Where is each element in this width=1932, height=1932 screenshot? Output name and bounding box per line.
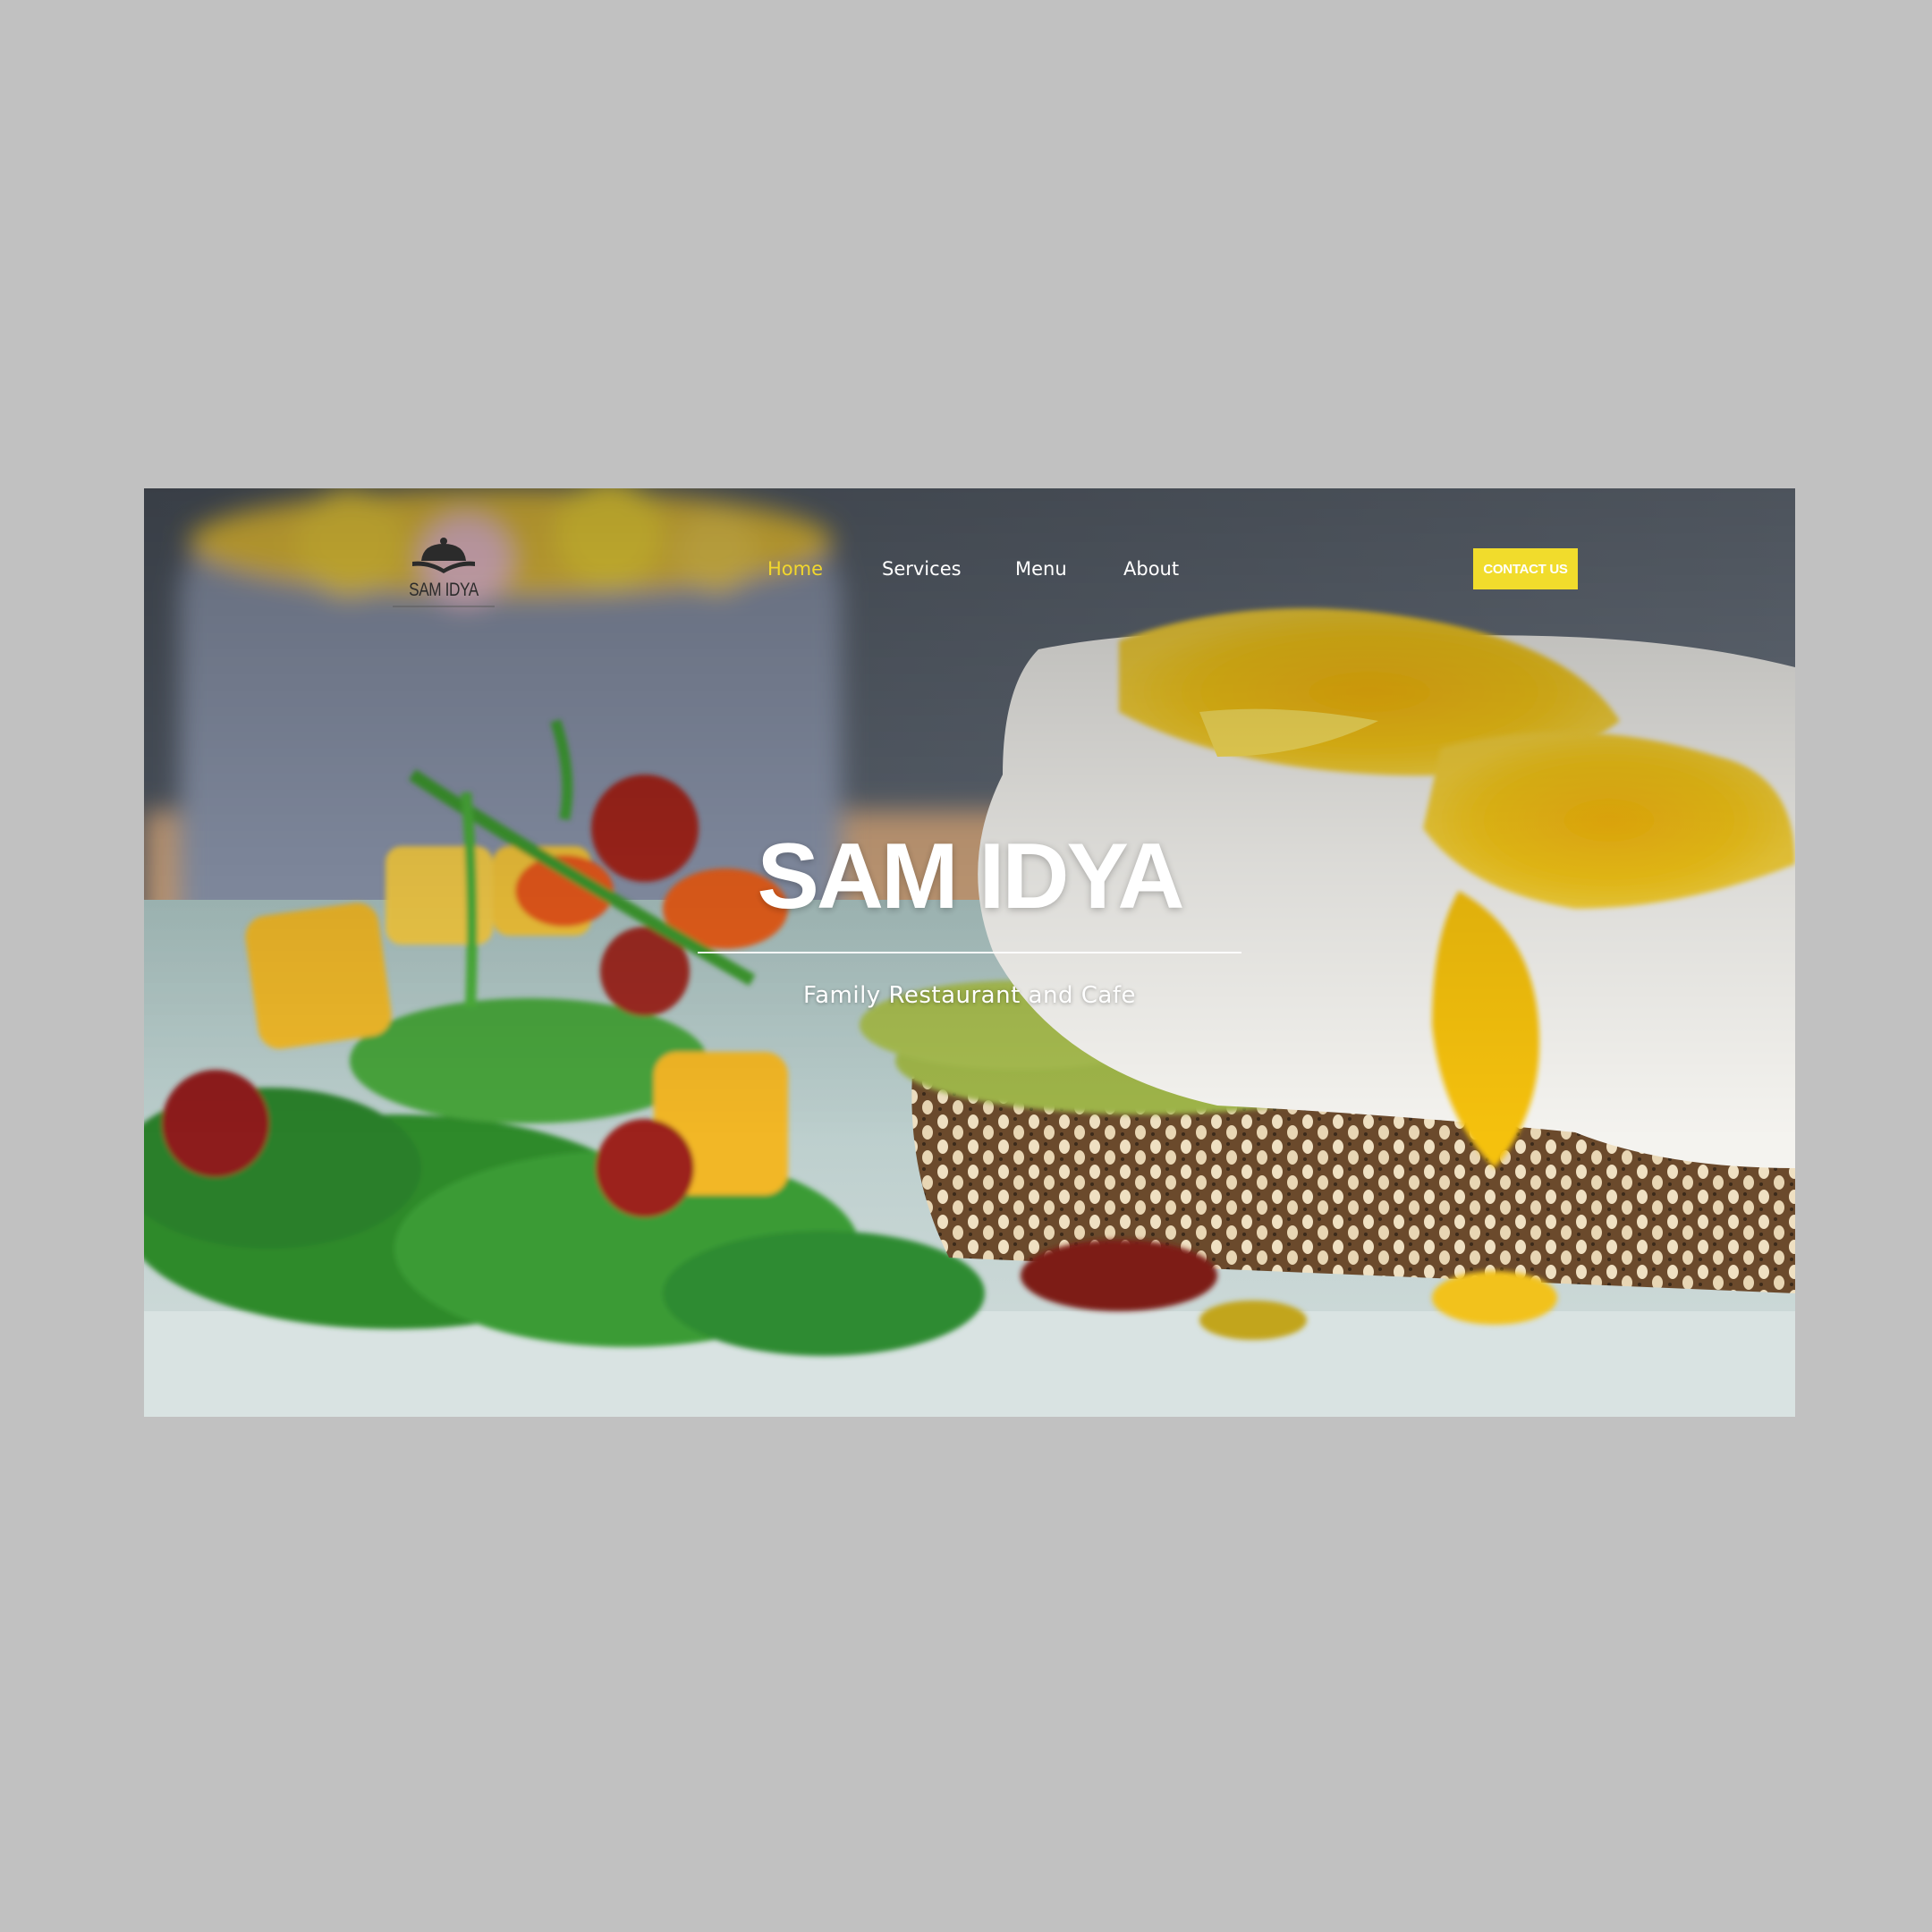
- hero-section: SAM IDYA Home Services Menu About CONTAC…: [144, 488, 1795, 1417]
- nav-item-menu[interactable]: Menu: [1015, 558, 1067, 580]
- nav-item-services[interactable]: Services: [882, 558, 962, 580]
- nav-item-about[interactable]: About: [1123, 558, 1179, 580]
- contact-us-button[interactable]: CONTACT US: [1473, 548, 1578, 589]
- hero-title: SAM IDYA: [757, 825, 1185, 928]
- hero-subtitle: Family Restaurant and Cafe: [803, 982, 1136, 1009]
- logo-underline: [393, 606, 495, 607]
- site-logo[interactable]: SAM IDYA: [386, 530, 502, 610]
- logo-text: SAM IDYA: [409, 580, 479, 600]
- nav-item-home[interactable]: Home: [767, 558, 823, 580]
- hero-divider: [698, 952, 1241, 953]
- cloche-on-book-icon: [412, 538, 475, 573]
